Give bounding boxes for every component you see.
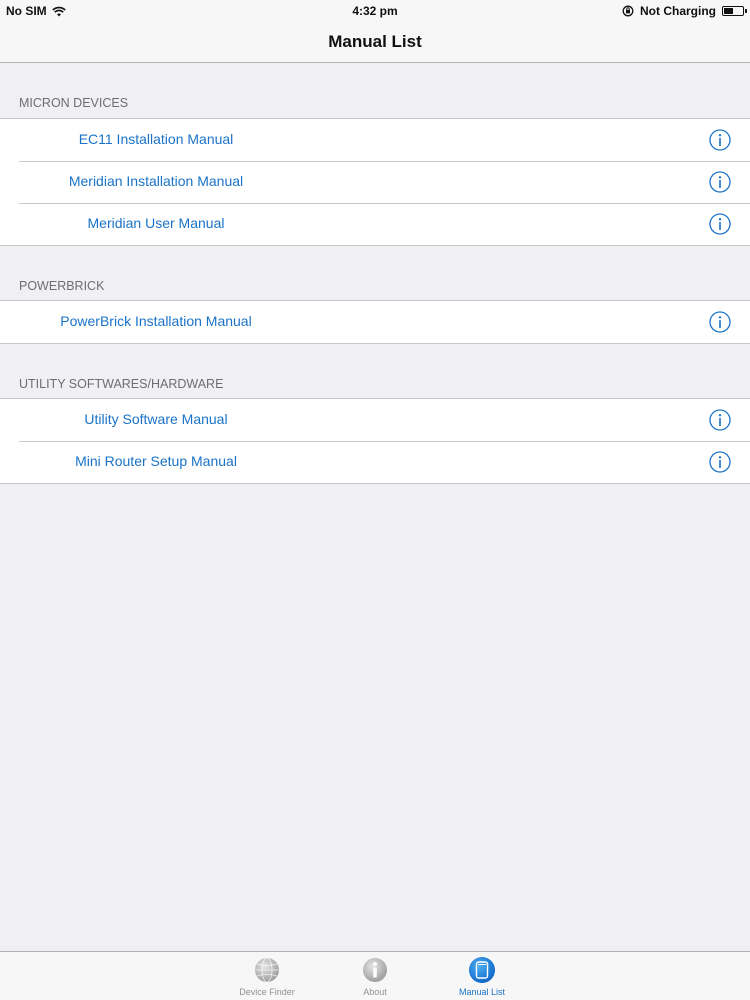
manual-row-powerbrick-installation[interactable]: PowerBrick Installation Manual	[0, 301, 750, 343]
battery-level	[724, 8, 733, 14]
tab-bar: Device Finder About Manual List	[0, 951, 750, 1000]
info-circle-icon[interactable]	[709, 213, 731, 235]
manual-row-meridian-user[interactable]: Meridian User Manual	[0, 203, 750, 245]
info-circle-icon[interactable]	[709, 171, 731, 193]
orientation-lock-icon	[622, 5, 634, 17]
section-header-utility: UTILITY SOFTWARES/HARDWARE	[19, 377, 224, 391]
section-header-micron-devices: MICRON DEVICES	[19, 96, 129, 110]
manual-link[interactable]: Meridian Installation Manual	[19, 173, 293, 189]
tab-label: About	[363, 987, 387, 997]
page-title: Manual List	[328, 32, 422, 51]
info-circle-icon[interactable]	[709, 451, 731, 473]
section-micron-devices: EC11 Installation Manual Meridian Instal…	[0, 118, 750, 246]
tab-label: Device Finder	[239, 987, 295, 997]
tab-label: Manual List	[458, 987, 506, 997]
manual-link[interactable]: Utility Software Manual	[19, 411, 293, 427]
manual-row-mini-router[interactable]: Mini Router Setup Manual	[0, 441, 750, 483]
section-powerbrick: PowerBrick Installation Manual	[0, 300, 750, 344]
manual-row-meridian-installation[interactable]: Meridian Installation Manual	[0, 161, 750, 203]
navigation-bar: Manual List	[0, 22, 750, 63]
globe-icon	[255, 957, 279, 983]
manual-link[interactable]: Mini Router Setup Manual	[19, 453, 293, 469]
section-header-powerbrick: POWERBRICK	[19, 279, 105, 293]
status-bar: No SIM 4:32 pm Not Charging	[0, 0, 750, 22]
tab-device-finder[interactable]: Device Finder	[222, 956, 312, 997]
manual-link[interactable]: Meridian User Manual	[19, 215, 293, 231]
battery-icon	[722, 6, 747, 16]
section-utility: Utility Software Manual Mini Router Setu…	[0, 398, 750, 484]
charging-status: Not Charging	[640, 4, 716, 18]
manual-row-ec11-installation[interactable]: EC11 Installation Manual	[0, 119, 750, 161]
info-icon	[363, 958, 387, 982]
info-circle-icon[interactable]	[709, 311, 731, 333]
manual-list: MICRON DEVICES EC11 Installation Manual …	[0, 63, 750, 484]
status-right: Not Charging	[622, 4, 747, 18]
tab-about[interactable]: About	[330, 956, 420, 997]
manual-row-utility-software[interactable]: Utility Software Manual	[0, 399, 750, 441]
tab-manual-list[interactable]: Manual List	[437, 956, 527, 997]
manual-link[interactable]: EC11 Installation Manual	[19, 131, 293, 147]
manual-icon	[469, 957, 495, 983]
manual-link[interactable]: PowerBrick Installation Manual	[19, 313, 293, 329]
info-circle-icon[interactable]	[709, 409, 731, 431]
info-circle-icon[interactable]	[709, 129, 731, 151]
